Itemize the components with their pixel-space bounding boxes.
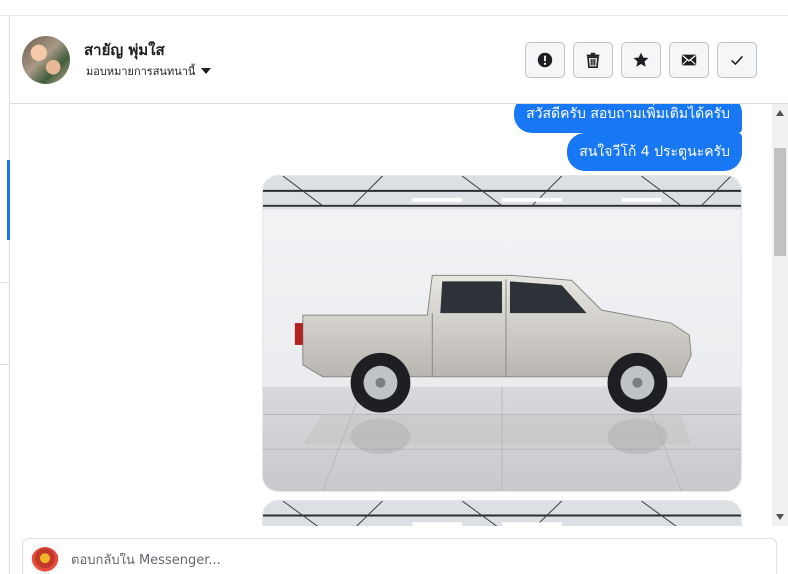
messenger-conversation: สายัญ พุ่มใส มอบหมายการสนทนานี้ สวัสดีคร…	[0, 0, 788, 574]
conversation-header: สายัญ พุ่มใส มอบหมายการสนทนานี้	[10, 16, 788, 104]
check-icon	[731, 55, 743, 66]
caret-down-icon	[201, 68, 212, 74]
scrollbar-thumb[interactable]	[774, 148, 786, 256]
top-bar	[0, 0, 788, 16]
trash-icon	[586, 52, 600, 69]
star-button[interactable]	[621, 42, 661, 78]
reply-composer	[22, 538, 777, 574]
message-bubble: สนใจวีโก้ 4 ประตูนะครับ	[567, 133, 742, 171]
scroll-up-arrow-icon[interactable]	[776, 110, 784, 116]
message-image[interactable]	[262, 175, 742, 492]
mark-unread-button[interactable]	[669, 42, 709, 78]
contact-name[interactable]: สายัญ พุ่มใส	[84, 38, 165, 62]
page-avatar	[31, 547, 59, 574]
delete-button[interactable]	[573, 42, 613, 78]
header-actions	[525, 42, 757, 78]
message-scrollbar[interactable]	[772, 104, 788, 526]
truck-photo	[263, 501, 741, 526]
exclamation-circle-icon	[537, 52, 553, 68]
truck-photo	[263, 176, 741, 491]
avatar[interactable]	[22, 36, 70, 84]
assign-label: มอบหมายการสนทนานี้	[86, 65, 196, 78]
reply-input[interactable]	[71, 553, 751, 568]
assign-conversation-dropdown[interactable]: มอบหมายการสนทนานี้	[86, 62, 212, 80]
star-icon	[633, 52, 649, 67]
message-bubble: สวัสดีครับ สอบถามเพิ่มเติมได้ครับ	[514, 104, 742, 133]
left-divider-tick	[0, 282, 9, 283]
mark-done-button[interactable]	[717, 42, 757, 78]
left-divider-tick	[0, 364, 9, 365]
report-button[interactable]	[525, 42, 565, 78]
scroll-down-arrow-icon[interactable]	[776, 514, 784, 520]
envelope-icon	[681, 54, 697, 66]
message-thread: สวัสดีครับ สอบถามเพิ่มเติมได้ครับ สนใจวี…	[10, 104, 772, 526]
message-image[interactable]	[262, 500, 742, 526]
